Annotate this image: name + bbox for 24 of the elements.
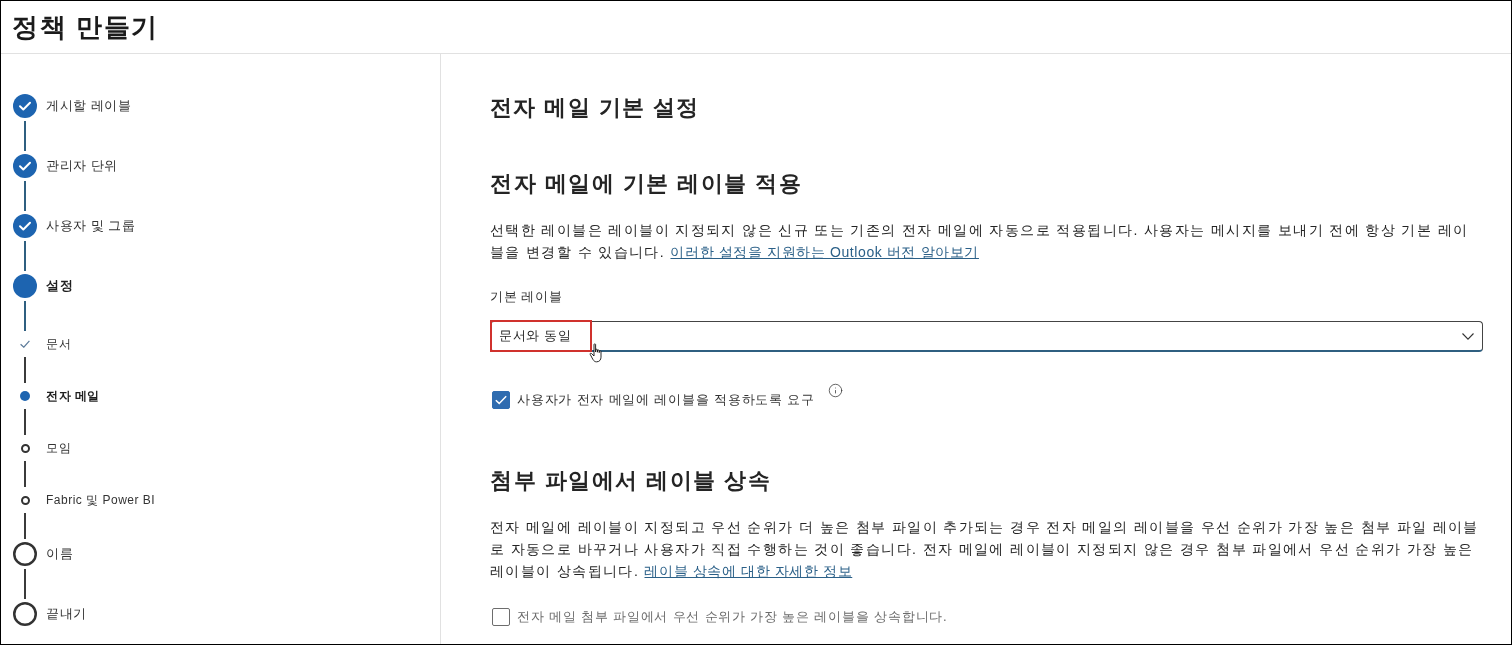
field-label: 기본 레이블 xyxy=(490,288,563,306)
step-label[interactable]: 이름 xyxy=(46,542,73,566)
checkbox[interactable] xyxy=(492,391,510,409)
page-heading: 전자 메일 기본 설정 xyxy=(490,94,701,122)
chevron-down-icon xyxy=(1462,332,1474,340)
step-label[interactable]: 끝내기 xyxy=(46,602,87,626)
description-text: 전자 메일에 레이블이 지정되고 우선 순위가 더 높은 첨부 파일이 추가되는 경우 전자 메일의 레이블을 우선 순위가 가장 높은 첨부 파일 레이블로 자동으로 바꾸거나 사용자가 직접 수행하는 것이 좋습니다. 전자 메일에 레이블이 지정되지 않은 경우 첨부 파일에서 우선 순위가 가장 높은 레이블이 상속됩니다. 레이블 상속에 대한 자세한 정보 xyxy=(490,518,1480,581)
learn-more-link[interactable]: 레이블 상속에 대한 자세한 정보 xyxy=(644,563,853,579)
section-heading: 전자 메일에 기본 레이블 적용 xyxy=(490,170,804,198)
step-label[interactable]: 게시할 레이블 xyxy=(46,94,132,118)
step-label[interactable]: 관리자 단위 xyxy=(46,154,118,178)
step-label[interactable]: 사용자 및 그룹 xyxy=(46,214,136,238)
info-icon[interactable] xyxy=(828,383,844,398)
checkbox-label[interactable]: 사용자가 전자 메일에 레이블을 적용하도록 요구 xyxy=(517,390,816,410)
tick-icon xyxy=(495,395,507,405)
step-label[interactable]: 모임 xyxy=(46,438,71,458)
step-label[interactable]: 전자 메일 xyxy=(46,386,100,406)
section-heading: 첨부 파일에서 레이블 상속 xyxy=(490,467,773,495)
page-title: 정책 만들기 xyxy=(12,11,159,43)
step-label[interactable]: 문서 xyxy=(46,334,71,354)
learn-more-link[interactable]: 이러한 설정을 지원하는 Outlook 버전 알아보기 xyxy=(670,244,979,260)
step-label[interactable]: Fabric 및 Power BI xyxy=(46,490,156,510)
description-text: 선택한 레이블은 레이블이 지정되지 않은 신규 또는 기존의 전자 메일에 자동으로 적용됩니다. 사용자는 메시지를 보내기 전에 항상 기본 레이블을 변경할 수 있습니다. 이러한 설정을 지원하는 Outlook 버전 알아보기 xyxy=(490,221,1470,262)
step-label[interactable]: 설정 xyxy=(46,274,73,298)
